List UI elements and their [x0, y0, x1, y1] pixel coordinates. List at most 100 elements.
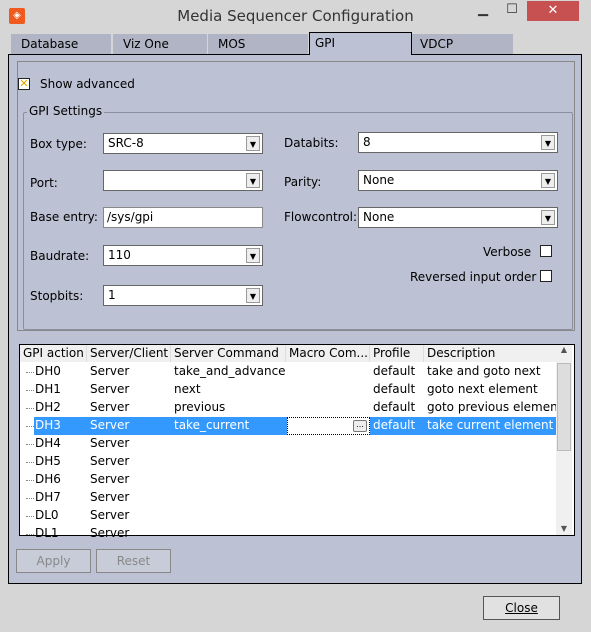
column-header-macro-command[interactable]: Macro Com...	[286, 345, 370, 362]
baudrate-label: Baudrate:	[30, 249, 90, 263]
cell-gpi-action: DH5	[35, 454, 61, 468]
table-row[interactable]: DH1 Server next default goto next element	[20, 381, 557, 399]
cell-gpi-action: DH1	[35, 382, 61, 396]
show-advanced-checkbox[interactable]: ✕	[18, 78, 30, 90]
tab-database[interactable]: Database	[11, 34, 111, 54]
flowcontrol-value: None	[363, 210, 395, 224]
table-row[interactable]: DH0 Server take_and_advance default take and…	[20, 363, 557, 381]
table-row[interactable]: DH2 Server previous default goto previous el…	[20, 399, 562, 417]
app-logo-icon: ◈	[9, 8, 25, 24]
base-entry-input[interactable]: /sys/gpi	[103, 207, 263, 228]
close-window-button[interactable]: ✕	[527, 1, 579, 21]
tree-line	[26, 390, 34, 391]
parity-value: None	[363, 173, 395, 187]
tree-line	[26, 462, 34, 463]
tree-line	[26, 372, 34, 373]
chevron-down-icon: ▼	[246, 248, 260, 263]
close-button[interactable]: Close	[483, 596, 560, 620]
maximize-button[interactable]: ☐	[497, 0, 527, 20]
cell-server-client: Server	[90, 382, 130, 396]
cell-profile: default	[373, 382, 416, 396]
parity-label: Parity:	[284, 175, 322, 189]
cell-gpi-action: DL1	[35, 526, 59, 540]
stopbits-value: 1	[108, 288, 116, 302]
gpi-settings-title: GPI Settings	[27, 104, 105, 118]
cell-server-command: take_current	[174, 418, 250, 432]
ellipsis-button[interactable]: ...	[353, 420, 367, 432]
cell-gpi-action: DH3	[35, 418, 61, 432]
flowcontrol-label: Flowcontrol:	[284, 210, 358, 224]
cell-description: goto previous element	[427, 400, 563, 414]
tree-line	[26, 498, 34, 499]
chevron-down-icon: ▼	[541, 173, 555, 188]
base-entry-label: Base entry:	[30, 210, 98, 224]
tree-line	[26, 444, 34, 445]
databits-select[interactable]: 8 ▼	[358, 132, 558, 153]
cell-gpi-action: DH0	[35, 364, 61, 378]
tab-viz-one[interactable]: Viz One	[113, 34, 207, 54]
table-row[interactable]: DL1 Server	[20, 525, 557, 543]
cell-gpi-action: DH7	[35, 490, 61, 504]
cell-server-client: Server	[90, 472, 130, 486]
cell-gpi-action: DH6	[35, 472, 61, 486]
table-row[interactable]: DL0 Server	[20, 507, 557, 525]
column-header-gpi-action[interactable]: GPI action	[20, 345, 87, 362]
column-header-profile[interactable]: Profile	[370, 345, 424, 362]
reversed-input-order-checkbox[interactable]	[540, 270, 552, 282]
parity-select[interactable]: None ▼	[358, 170, 558, 191]
table-scrollbar[interactable]: ▲ ▼	[556, 345, 572, 535]
table-row[interactable]: ... DH3 Server take_current default take curr…	[20, 417, 557, 435]
macro-command-editor[interactable]: ...	[287, 417, 370, 435]
box-type-value: SRC-8	[108, 136, 144, 150]
tab-gpi[interactable]: GPI	[309, 32, 412, 55]
cell-server-client: Server	[90, 508, 130, 522]
verbose-checkbox[interactable]	[540, 245, 552, 257]
tree-line	[26, 516, 34, 517]
box-type-label: Box type:	[30, 137, 87, 151]
table-row[interactable]: DH4 Server	[20, 435, 557, 453]
column-header-server-command[interactable]: Server Command	[171, 345, 286, 362]
table-row[interactable]: DH6 Server	[20, 471, 557, 489]
databits-label: Databits:	[284, 136, 339, 150]
stopbits-select[interactable]: 1 ▼	[103, 285, 263, 306]
box-type-select[interactable]: SRC-8 ▼	[103, 133, 263, 154]
minimize-button[interactable]: ▁	[468, 0, 498, 20]
show-advanced-label: Show advanced	[40, 77, 135, 91]
reset-button[interactable]: Reset	[96, 549, 171, 573]
column-header-description[interactable]: Description	[424, 345, 557, 362]
cell-server-client: Server	[90, 418, 130, 432]
verbose-label: Verbose	[483, 245, 532, 259]
table-row[interactable]: DH5 Server	[20, 453, 557, 471]
cell-server-client: Server	[90, 364, 130, 378]
cell-description: take and goto next	[427, 364, 541, 378]
port-label: Port:	[30, 176, 58, 190]
gpi-actions-table: GPI action Server/Client Server Command Mac…	[19, 344, 575, 540]
chevron-down-icon: ▼	[246, 136, 260, 151]
table-row[interactable]: DH7 Server	[20, 489, 557, 507]
cell-profile: default	[373, 418, 416, 432]
tab-vdcp[interactable]: VDCP	[412, 34, 513, 54]
tree-line	[26, 408, 34, 409]
chevron-down-icon: ▼	[246, 288, 260, 303]
cell-description: goto next element	[427, 382, 538, 396]
databits-value: 8	[363, 135, 371, 149]
reversed-input-order-label: Reversed input order	[410, 270, 537, 284]
tree-line	[26, 480, 34, 481]
cell-gpi-action: DL0	[35, 508, 59, 522]
flowcontrol-select[interactable]: None ▼	[358, 207, 558, 228]
cell-server-command: take_and_advance	[174, 364, 286, 378]
cell-server-client: Server	[90, 400, 130, 414]
cell-server-client: Server	[90, 436, 130, 450]
chevron-down-icon: ▼	[541, 210, 555, 225]
scrollbar-thumb[interactable]	[557, 363, 571, 451]
chevron-down-icon: ▼	[246, 173, 260, 188]
tree-line	[26, 426, 34, 427]
cell-gpi-action: DH2	[35, 400, 61, 414]
tab-mos[interactable]: MOS	[208, 34, 308, 54]
baudrate-select[interactable]: 110 ▼	[103, 245, 263, 266]
tree-line	[26, 534, 34, 535]
port-select[interactable]: ▼	[103, 170, 263, 191]
column-header-server-client[interactable]: Server/Client	[87, 345, 171, 362]
cell-server-command: previous	[174, 400, 226, 414]
apply-button[interactable]: Apply	[16, 549, 91, 573]
